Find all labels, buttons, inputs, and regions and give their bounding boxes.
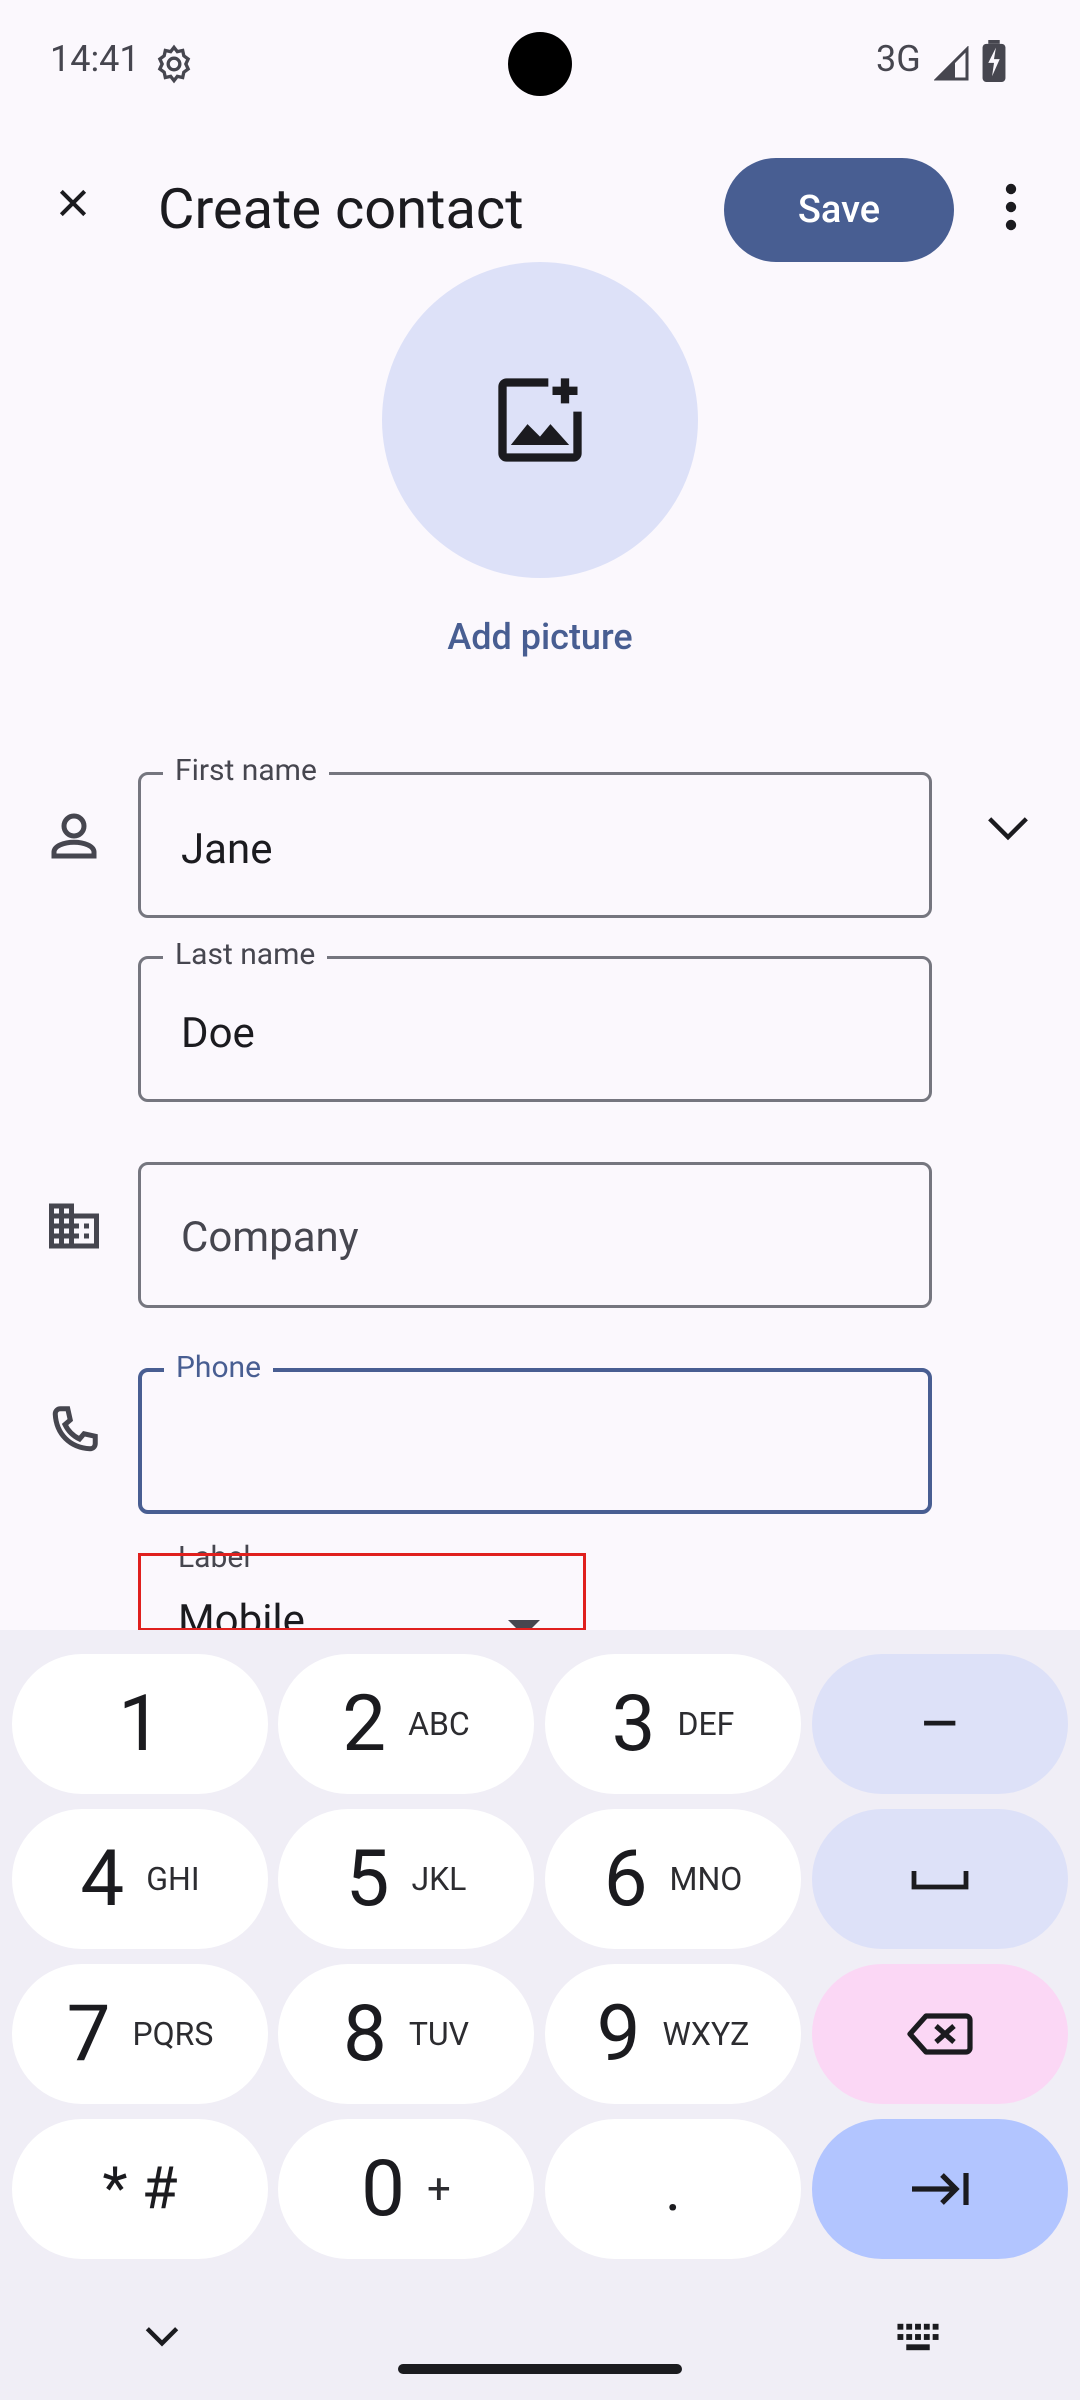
highlight-box	[138, 1553, 586, 1631]
key-8-digit: 8	[342, 1988, 387, 2080]
battery-charging-icon	[982, 40, 1006, 82]
avatar-add-picture[interactable]	[382, 262, 698, 578]
phone-label: Phone	[164, 1350, 274, 1386]
key-space[interactable]	[812, 1809, 1068, 1949]
business-icon	[49, 1203, 99, 1249]
key-3[interactable]: 3 DEF	[545, 1654, 801, 1794]
page-title: Create contact	[158, 176, 524, 242]
key-6[interactable]: 6 MNO	[545, 1809, 801, 1949]
key-4-digit: 4	[80, 1833, 125, 1925]
company-placeholder: Company	[181, 1213, 359, 1262]
key-3-letters: DEF	[677, 1705, 735, 1743]
backspace-icon	[907, 2013, 973, 2055]
tab-next-icon	[912, 2173, 969, 2205]
first-name-field[interactable]: First name Jane	[138, 753, 932, 918]
add-photo-icon	[498, 378, 582, 462]
key-star-hash[interactable]: * #	[12, 2119, 268, 2259]
key-2-digit: 2	[342, 1678, 387, 1770]
gesture-nav-handle[interactable]	[398, 2364, 682, 2374]
add-picture-link[interactable]: Add picture	[0, 616, 1080, 658]
key-1-digit: 1	[118, 1678, 162, 1770]
phone-icon	[52, 1406, 98, 1452]
first-name-value: Jane	[181, 825, 273, 874]
space-icon	[911, 1871, 969, 1890]
key-2[interactable]: 2 ABC	[278, 1654, 534, 1794]
key-5[interactable]: 5 JKL	[278, 1809, 534, 1949]
key-period-symbol: .	[665, 2153, 681, 2225]
key-next[interactable]	[812, 2119, 1068, 2259]
key-7[interactable]: 7 PQRS	[12, 1964, 268, 2104]
chevron-down-icon	[988, 817, 1028, 841]
key-backspace[interactable]	[812, 1964, 1068, 2104]
key-9[interactable]: 9 WXYZ	[545, 1964, 801, 2104]
close-button[interactable]	[40, 170, 106, 236]
key-0-plus: +	[427, 2164, 451, 2214]
key-0-digit: 0	[361, 2143, 405, 2235]
phone-field[interactable]: Phone	[138, 1350, 932, 1514]
key-dash-symbol: –	[919, 1686, 961, 1762]
key-4-letters: GHI	[146, 1860, 200, 1898]
settings-gear-icon	[157, 44, 191, 84]
numeric-keyboard: 1 2 ABC 3 DEF – 4 GHI 5 JKL 6 MNO 7 PQRS…	[0, 1630, 1080, 2400]
keyboard-switch-icon[interactable]	[896, 2322, 940, 2352]
key-4[interactable]: 4 GHI	[12, 1809, 268, 1949]
network-type: 3G	[876, 38, 921, 80]
expand-name-fields-button[interactable]	[980, 800, 1036, 856]
signal-icon	[934, 46, 969, 81]
company-field[interactable]: Company	[138, 1162, 932, 1308]
key-8[interactable]: 8 TUV	[278, 1964, 534, 2104]
key-9-digit: 9	[596, 1988, 641, 2080]
last-name-value: Doe	[181, 1009, 255, 1058]
key-star-hash-symbols: * #	[102, 2155, 178, 2223]
key-6-digit: 6	[603, 1833, 648, 1925]
key-1[interactable]: 1	[12, 1654, 268, 1794]
key-6-letters: MNO	[669, 1860, 743, 1898]
status-time: 14:41	[50, 38, 140, 80]
key-7-letters: PQRS	[132, 2015, 214, 2053]
more-vert-icon	[1005, 183, 1017, 231]
last-name-field[interactable]: Last name Doe	[138, 937, 932, 1102]
key-7-digit: 7	[66, 1988, 111, 2080]
key-8-letters: TUV	[408, 2015, 470, 2053]
key-5-digit: 5	[345, 1833, 390, 1925]
key-period[interactable]: .	[545, 2119, 801, 2259]
key-0[interactable]: 0 +	[278, 2119, 534, 2259]
key-2-letters: ABC	[408, 1705, 470, 1743]
first-name-label: First name	[163, 753, 329, 789]
last-name-label: Last name	[163, 937, 328, 973]
person-icon	[51, 813, 97, 859]
camera-cutout	[508, 32, 572, 96]
key-3-digit: 3	[611, 1678, 656, 1770]
key-dash[interactable]: –	[812, 1654, 1068, 1794]
more-options-button[interactable]	[988, 174, 1034, 240]
key-5-letters: JKL	[411, 1860, 467, 1898]
close-icon	[59, 189, 87, 217]
hide-keyboard-icon[interactable]	[140, 2318, 184, 2354]
key-9-letters: WXYZ	[662, 2015, 750, 2053]
save-button[interactable]: Save	[724, 158, 954, 262]
